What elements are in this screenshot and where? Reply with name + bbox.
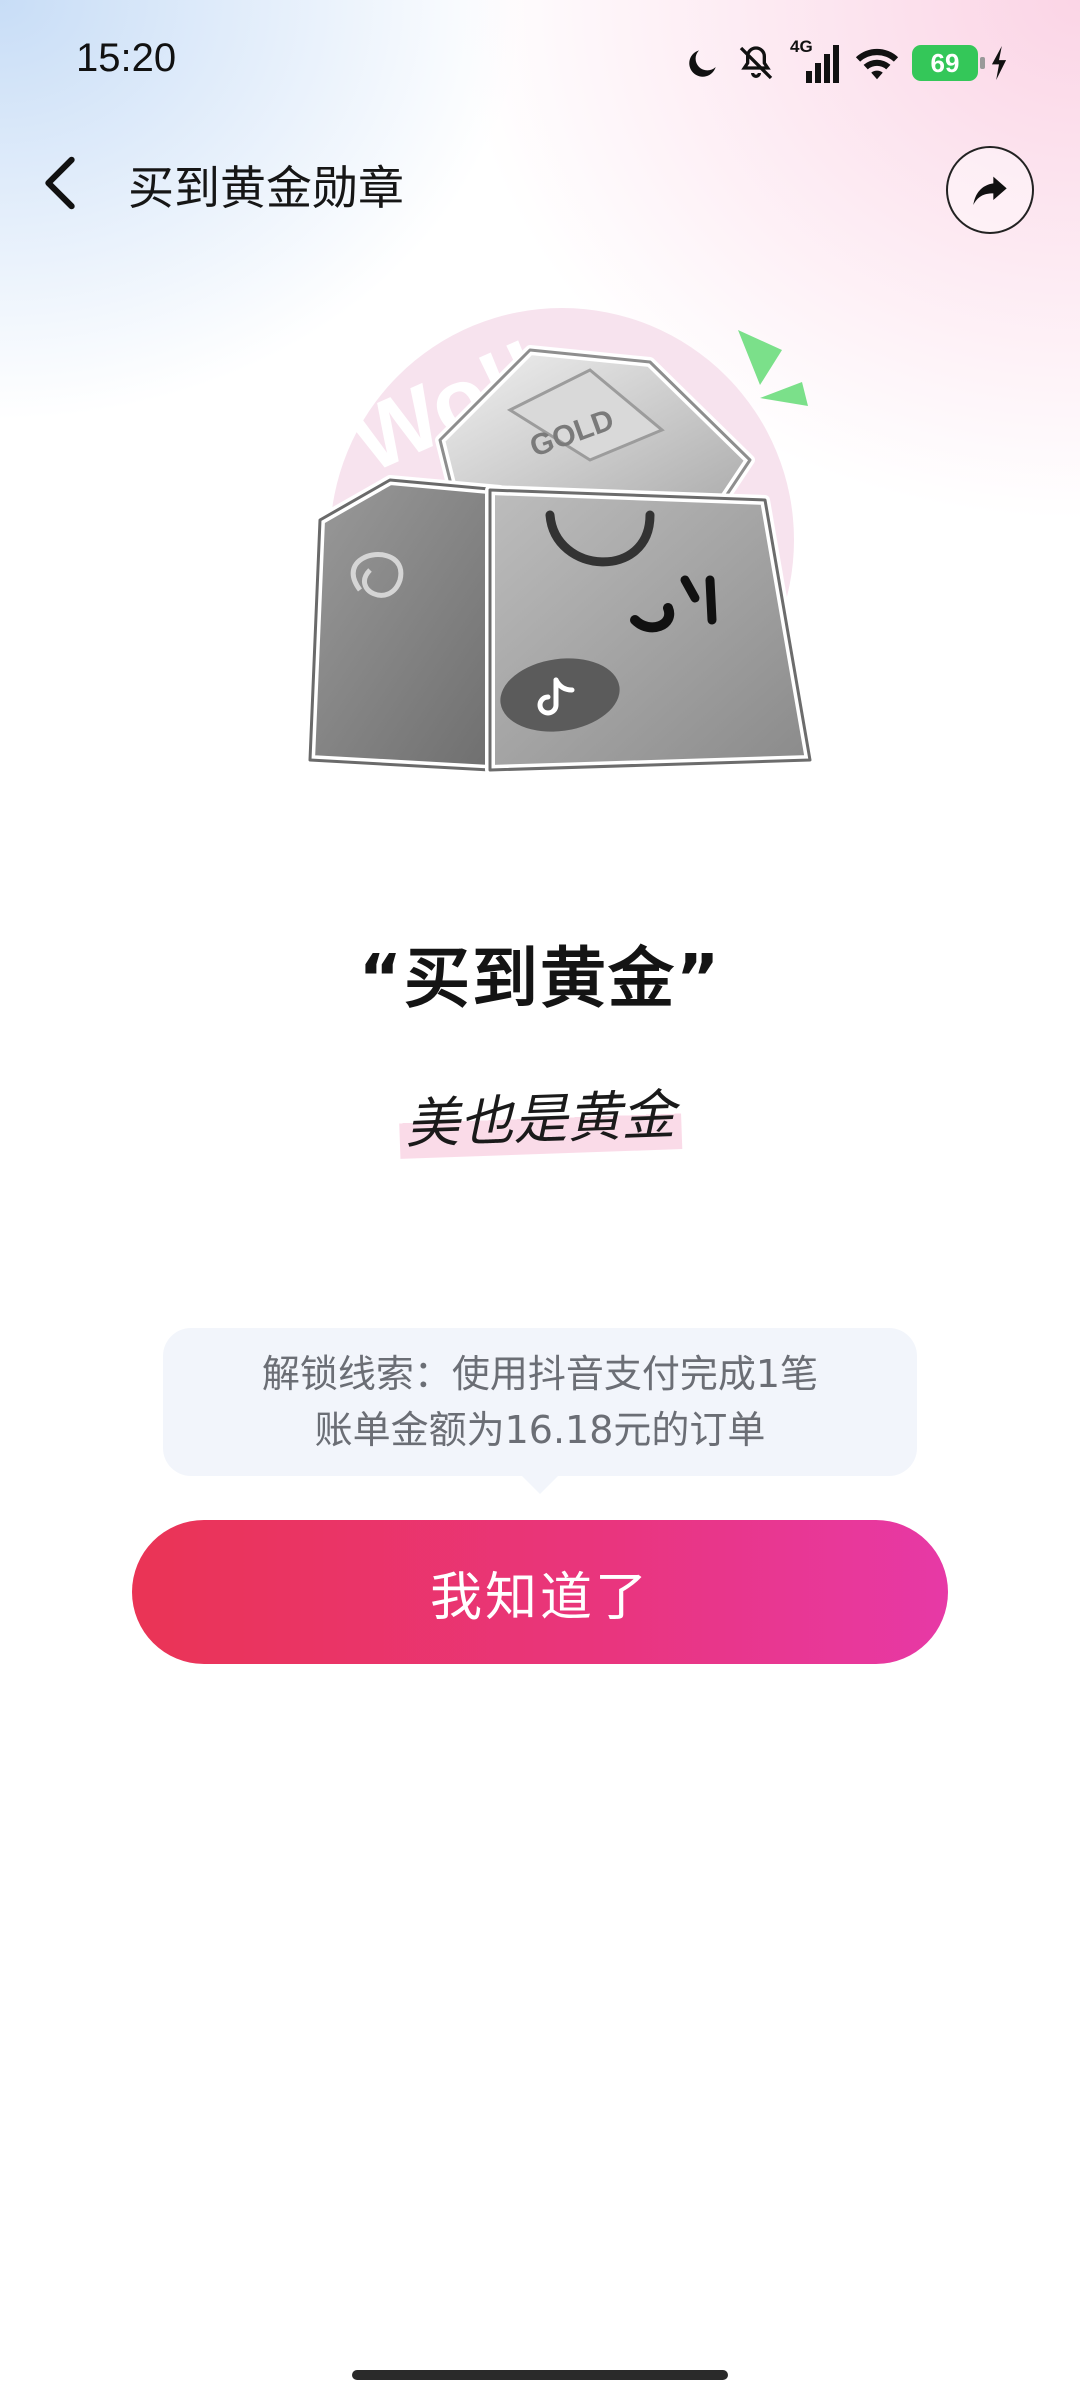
- back-button[interactable]: [24, 140, 96, 226]
- unlock-hint: 解锁线索：使用抖音支付完成1笔 账单金额为16.18元的订单: [163, 1328, 917, 1476]
- status-time: 15:20: [76, 36, 177, 80]
- badge-slogan: 美也是黄金: [0, 1070, 1080, 1159]
- unlock-hint-line2: 账单金额为16.18元的订单: [314, 1408, 766, 1452]
- wifi-icon: [855, 48, 899, 80]
- mute-icon: [739, 46, 773, 80]
- status-icons: 4G 69: [684, 36, 1008, 90]
- unlock-hint-line1: 解锁线索：使用抖音支付完成1笔: [261, 1352, 819, 1396]
- home-indicator[interactable]: [352, 2370, 728, 2380]
- charging-icon: [991, 46, 1007, 80]
- signal-icon: 4G: [790, 37, 842, 85]
- share-icon: [973, 176, 1007, 205]
- badge-name: “买到黄金”: [358, 940, 722, 1017]
- battery-icon: 69: [912, 45, 985, 81]
- moon-icon: [689, 50, 716, 77]
- gold-badge-image: Wo!! GOLD: [290, 290, 830, 810]
- share-button[interactable]: [946, 146, 1034, 234]
- badge-slogan-text: 美也是黄金: [397, 1070, 683, 1159]
- unlock-hint-pointer: [520, 1474, 560, 1494]
- back-arrow-icon: [45, 156, 75, 210]
- battery-level: 69: [930, 47, 960, 78]
- page-title: 买到黄金勋章: [128, 161, 404, 215]
- confirm-button[interactable]: 我知道了: [132, 1520, 948, 1664]
